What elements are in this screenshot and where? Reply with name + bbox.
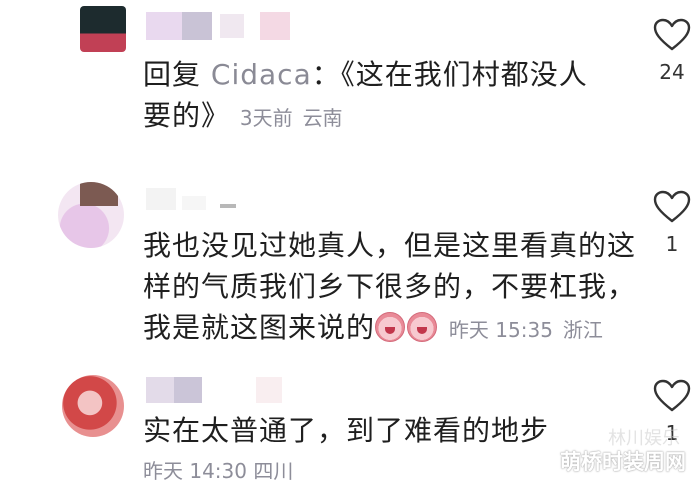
comment-text-line3: 我是就这图来说的 (143, 311, 376, 344)
avatar[interactable] (80, 6, 126, 52)
heart-icon (653, 190, 691, 223)
blushing-face-icon (375, 312, 406, 342)
like-count: 1 (665, 232, 679, 256)
comment-time: 3天前 (239, 106, 293, 130)
like-button[interactable]: 24 (650, 18, 694, 84)
watermark: 萌桥时装周网 (560, 450, 686, 474)
comment-text: 实在太普通了，到了难看的地步 (143, 410, 623, 451)
heart-icon (653, 18, 691, 51)
username-blurred[interactable] (146, 188, 246, 212)
avatar[interactable] (58, 182, 124, 248)
comment-location: 云南 (302, 106, 343, 130)
comment-2: 我也没见过她真人，但是这里看真的这 样的气质我们乡下很多的，不要杠我， 我是就这… (0, 170, 700, 350)
comment-text-line2: 样的气质我们乡下很多的，不要杠我， (143, 270, 637, 303)
username-blurred[interactable] (146, 12, 306, 40)
comment-text: 回复 Cidaca：《这在我们村都没人 要的》 3天前 云南 (143, 54, 613, 139)
comment-time: 昨天 14:30 (143, 459, 247, 483)
comment-meta: 昨天 14:30 四川 (143, 455, 293, 484)
comment-text-line1: 我也没见过她真人，但是这里看真的这 (143, 229, 637, 262)
comment-text: 我也没见过她真人，但是这里看真的这 样的气质我们乡下很多的，不要杠我， 我是就这… (143, 225, 643, 351)
comment-1: 回复 Cidaca：《这在我们村都没人 要的》 3天前 云南 24 (0, 0, 700, 160)
avatar[interactable] (62, 375, 124, 437)
comment-text-line2: 要的》 (143, 99, 231, 132)
comment-time: 昨天 15:35 (448, 318, 553, 342)
reply-prefix: 回复 (143, 58, 202, 91)
username-blurred[interactable] (146, 377, 296, 405)
heart-icon (653, 379, 691, 412)
comment-location: 浙江 (562, 318, 603, 342)
comment-location: 四川 (253, 459, 294, 483)
blushing-face-icon (407, 312, 438, 342)
comment-text-line1: ：《这在我们村都没人 (311, 58, 588, 91)
reply-mention[interactable]: Cidaca (211, 58, 312, 91)
like-button[interactable]: 1 (650, 190, 694, 256)
like-count: 24 (659, 60, 685, 84)
comment-text-line1: 实在太普通了，到了难看的地步 (143, 414, 550, 447)
